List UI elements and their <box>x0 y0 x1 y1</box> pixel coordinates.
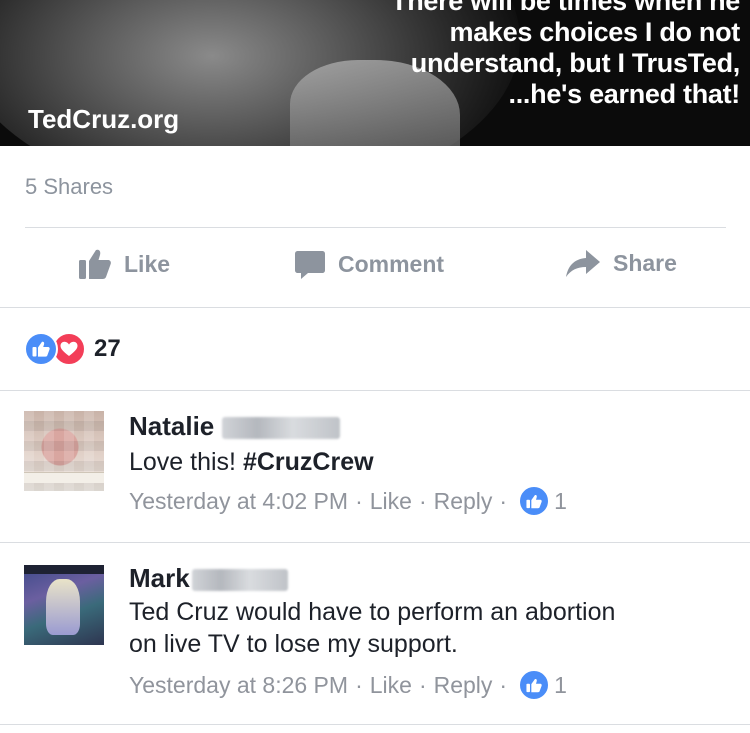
comment-text: Love this! #CruzCrew <box>129 446 374 478</box>
reaction-count: 27 <box>94 335 121 362</box>
separator-dot: · <box>499 487 508 514</box>
comment-meta: Yesterday at 8:26 PM · Like · Reply · 1 <box>129 669 567 701</box>
comment-timestamp[interactable]: Yesterday at 8:26 PM <box>129 672 348 699</box>
speech-bubble-icon <box>295 251 325 279</box>
separator-dot: · <box>355 487 363 514</box>
commenter-name-text: Mark <box>129 563 190 593</box>
share-count[interactable]: 5 Shares <box>25 174 113 200</box>
divider <box>0 307 750 308</box>
quote-line: ...he's earned that! <box>508 79 741 109</box>
separator-dot: · <box>418 487 427 514</box>
thumbs-up-icon[interactable] <box>518 485 551 517</box>
quote-line: understand, but I TrusTed, <box>410 48 741 78</box>
commenter-name-text: Natalie <box>129 411 215 441</box>
post-image[interactable]: There will be times when he makes choice… <box>0 0 750 146</box>
comment-meta: Yesterday at 4:02 PM · Like · Reply · 1 <box>129 485 567 517</box>
image-site-label: TedCruz.org <box>28 104 180 134</box>
separator-dot: · <box>355 671 363 698</box>
commenter-name[interactable]: Mark <box>129 563 288 594</box>
divider <box>25 227 726 228</box>
comment-text-line: Ted Cruz would have to perform an aborti… <box>129 598 616 626</box>
commenter-name[interactable]: Natalie <box>129 411 341 442</box>
comment-timestamp[interactable]: Yesterday at 4:02 PM <box>129 488 348 515</box>
comment-label: Comment <box>338 250 445 277</box>
share-button[interactable]: Share <box>565 248 677 278</box>
post-actions-bar: Like Comment Share <box>0 248 750 288</box>
avatar[interactable] <box>24 565 104 645</box>
separator-dot: · <box>499 671 508 698</box>
comment-text-plain: Love this! <box>129 448 243 476</box>
avatar-strip <box>24 472 104 483</box>
comment-like-button[interactable]: Like <box>370 672 412 699</box>
thumbs-up-icon <box>79 249 111 279</box>
share-label: Share <box>613 249 677 276</box>
divider <box>0 542 750 543</box>
thumbs-up-icon[interactable] <box>518 669 551 701</box>
comment-text: Ted Cruz would have to perform an aborti… <box>129 596 615 660</box>
redacted-surname <box>222 417 341 440</box>
hashtag-link[interactable]: #CruzCrew <box>243 448 374 476</box>
quote-line: There will be times when he <box>391 0 740 16</box>
avatar-figure <box>46 579 80 635</box>
share-arrow-icon <box>566 250 600 277</box>
comment-reply-button[interactable]: Reply <box>434 672 493 699</box>
like-button[interactable]: Like <box>78 248 170 280</box>
comment-like-count: 1 <box>554 487 567 514</box>
divider <box>0 724 750 725</box>
redacted-surname <box>191 569 288 592</box>
like-reaction-icon <box>24 332 58 366</box>
reactions-summary[interactable]: 27 <box>24 332 121 366</box>
quote-line: makes choices I do not <box>449 17 741 47</box>
avatar[interactable] <box>24 411 104 491</box>
comment-button[interactable]: Comment <box>294 248 444 280</box>
image-quote: There will be times when he makes choice… <box>391 0 740 110</box>
comment-like-button[interactable]: Like <box>370 488 412 515</box>
comment-text-line: on live TV to lose my support. <box>129 630 458 658</box>
comment-like-count: 1 <box>554 671 567 698</box>
like-label: Like <box>124 250 171 277</box>
avatar-banner <box>24 565 104 574</box>
divider <box>0 390 750 391</box>
separator-dot: · <box>418 671 427 698</box>
comment-reply-button[interactable]: Reply <box>434 488 493 515</box>
